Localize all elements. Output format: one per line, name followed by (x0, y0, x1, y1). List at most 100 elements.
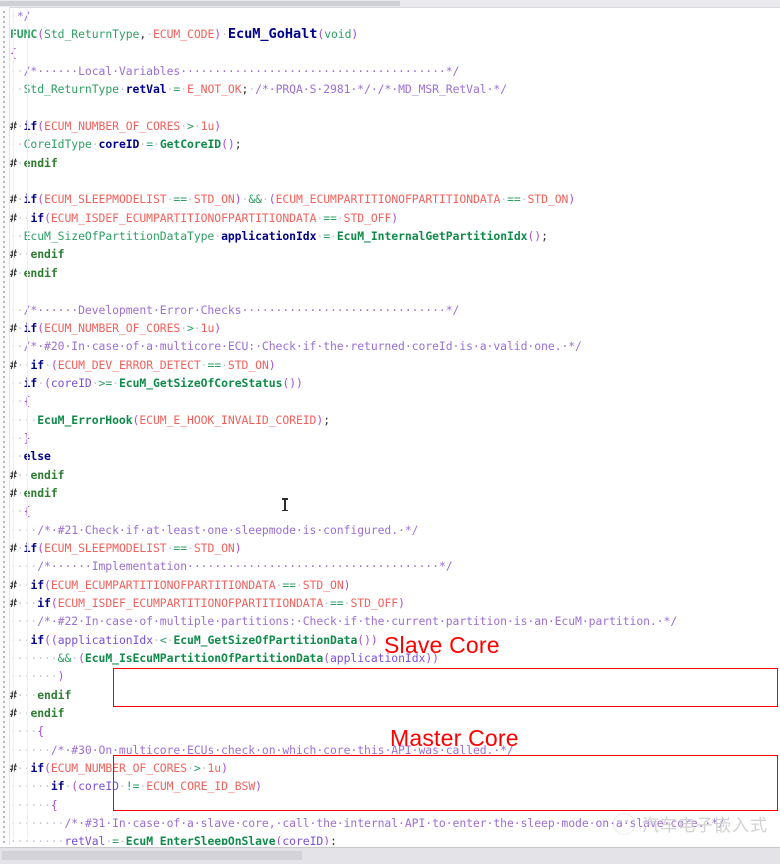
code-token: /*·#22·In·case·of·multiple·partitions:·C… (37, 614, 678, 629)
code-token: EcuM_GetSizeOfPartitionData (173, 632, 358, 647)
code-token: · (153, 632, 160, 647)
code-line[interactable]: ·*/ (10, 7, 780, 25)
fold-marker-icon (3, 801, 5, 803)
code-line[interactable]: #···endif (10, 686, 780, 704)
code-line[interactable]: #·if(ECUM_NUMBER_OF_CORES·>·1u) (10, 117, 780, 135)
code-line[interactable]: FUNC(Std_ReturnType,·ECUM_CODE)·EcuM_GoH… (10, 25, 780, 43)
fold-marker-icon (3, 166, 5, 168)
code-line[interactable]: #··if(ECUM_ECUMPARTITIONOFPARTITIONDATA·… (10, 576, 780, 594)
code-token: coreID (98, 137, 140, 152)
fold-marker-icon (3, 811, 5, 813)
annotation-slave-core: Slave Core (384, 632, 500, 658)
fold-marker-icon (3, 56, 5, 58)
fold-marker-icon (3, 721, 5, 723)
fold-marker-icon (3, 761, 5, 763)
code-token: /*·PRQA·S·2981·*/·/*·MD_MSR_RetVal·*/ (255, 82, 508, 97)
code-line[interactable]: ··} (10, 429, 780, 447)
code-token: ( (323, 651, 330, 666)
code-line[interactable]: #·endif (10, 484, 780, 502)
code-token: · (193, 320, 201, 335)
code-token: ECUM_ECUMPARTITIONOFPARTITIONDATA (275, 192, 501, 207)
fold-marker-icon (3, 626, 5, 628)
fold-marker-icon (3, 511, 5, 513)
code-line[interactable]: ····/*······Implementation··············… (10, 557, 780, 575)
code-line[interactable]: #··if(ECUM_NUMBER_OF_CORES·>·1u) (10, 759, 780, 777)
code-token: STD_OFF (343, 210, 392, 225)
code-line[interactable]: ····/*·#21·Check·if·at·least·one·sleepmo… (10, 521, 780, 539)
code-token: ECUM_ECUMPARTITIONOFPARTITIONDATA (50, 577, 276, 592)
code-line[interactable]: ··CoreIdType·coreID·=·GetCoreID(); (10, 135, 780, 153)
watermark: 汽车电子嵌入式 (613, 811, 768, 836)
fold-marker-icon (3, 486, 5, 488)
code-line[interactable]: ······if·(coreID·!=·ECUM_CORE_ID_BSW) (10, 777, 780, 795)
fold-marker-icon (3, 451, 5, 453)
fold-marker-icon (3, 331, 5, 333)
code-line[interactable]: ··/*·#20·In·case·of·a·multicore·ECU:·Che… (10, 337, 780, 355)
code-line[interactable]: ··else (10, 447, 780, 465)
code-line[interactable]: ··Std_ReturnType·retVal·=·E_NOT_OK;·/*·P… (10, 80, 780, 98)
fold-marker-icon (3, 316, 5, 318)
code-line[interactable]: ··EcuM_SizeOfPartitionDataType·applicati… (10, 227, 780, 245)
fold-marker-icon (3, 536, 5, 538)
code-line[interactable]: ··if·(coreID·>=·EcuM_GetSizeOfCoreStatus… (10, 374, 780, 392)
code-token: < (159, 632, 167, 647)
fold-marker-icon (3, 336, 5, 338)
top-scrollbar-thumb[interactable] (0, 1, 400, 6)
code-line[interactable]: ··{ (10, 392, 780, 410)
fold-marker-icon (3, 841, 5, 843)
fold-marker-icon (3, 161, 5, 163)
code-line[interactable]: #··endif (10, 704, 780, 722)
code-line[interactable]: ····EcuM_ErrorHook(ECUM_E_HOOK_INVALID_C… (10, 411, 780, 429)
source-code-area[interactable]: ·*/FUNC(Std_ReturnType,·ECUM_CODE)·EcuM_… (10, 7, 780, 845)
fold-marker-icon (3, 471, 5, 473)
code-token: ···· (10, 522, 38, 537)
code-token: ECUM_NUMBER_OF_CORES (44, 320, 181, 335)
code-line[interactable]: #·if(ECUM_NUMBER_OF_CORES·>·1u) (10, 319, 780, 337)
code-token: ) (268, 357, 276, 372)
code-line[interactable]: ··/*······Local·Variables···············… (10, 62, 780, 80)
code-line[interactable]: #·endif (10, 154, 780, 172)
code-token: == (507, 192, 521, 207)
code-line[interactable]: #·endif (10, 264, 780, 282)
code-line[interactable] (10, 172, 780, 190)
code-line[interactable] (10, 282, 780, 300)
fold-marker-icon (3, 411, 5, 413)
code-line[interactable]: #··endif (10, 245, 780, 263)
code-token: STD_ON (193, 540, 235, 555)
code-line[interactable]: #··if·(ECUM_DEV_ERROR_DETECT·==·STD_ON) (10, 356, 780, 374)
code-token: /*·#21·Check·if·at·least·one·sleepmode·i… (37, 522, 419, 537)
code-folding-gutter[interactable] (0, 7, 10, 845)
fold-marker-icon (3, 416, 5, 418)
fold-marker-icon (3, 381, 5, 383)
code-token: ······ (10, 779, 51, 794)
code-line[interactable]: ·······) (10, 667, 780, 685)
code-line[interactable] (10, 99, 780, 117)
code-token: == (173, 192, 188, 207)
code-token: coreID (282, 834, 324, 845)
code-line[interactable]: #··if(ECUM_ISDEF_ECUMPARTITIONOFPARTITIO… (10, 209, 780, 227)
code-token: retVal (125, 82, 167, 97)
code-token: ·· (16, 357, 31, 372)
bottom-scrollbar[interactable] (0, 847, 780, 864)
code-line[interactable]: ··{ (10, 502, 780, 520)
fold-marker-icon (3, 616, 5, 618)
code-line[interactable]: #··endif (10, 466, 780, 484)
code-token: EcuM_InternalGetPartitionIdx (336, 229, 528, 244)
code-token: · (16, 485, 24, 500)
code-token: ) (289, 375, 296, 390)
code-line[interactable]: #·if(ECUM_SLEEPMODELIST·==·STD_ON)·&&·(E… (10, 190, 780, 208)
fold-marker-icon (3, 196, 5, 198)
code-token: · (16, 320, 24, 335)
code-line[interactable]: #·if(ECUM_SLEEPMODELIST·==·STD_ON) (10, 539, 780, 557)
code-line[interactable]: ····/*·#22·In·case·of·multiple·partition… (10, 612, 780, 630)
code-line[interactable]: #···if(ECUM_ISDEF_ECUMPARTITIONOFPARTITI… (10, 594, 780, 612)
bottom-scrollbar-thumb[interactable] (2, 851, 302, 860)
watermark-text: 汽车电子嵌入式 (642, 816, 768, 836)
code-token: · (146, 27, 153, 42)
code-line[interactable]: { (10, 44, 780, 62)
fold-marker-icon (3, 516, 5, 518)
fold-marker-icon (3, 731, 5, 733)
code-line[interactable]: ··/*······Development·Error·Checks······… (10, 301, 780, 319)
code-token: 1u (207, 761, 222, 776)
code-token: ECUM_ISDEF_ECUMPARTITIONOFPARTITIONDATA (57, 596, 324, 610)
